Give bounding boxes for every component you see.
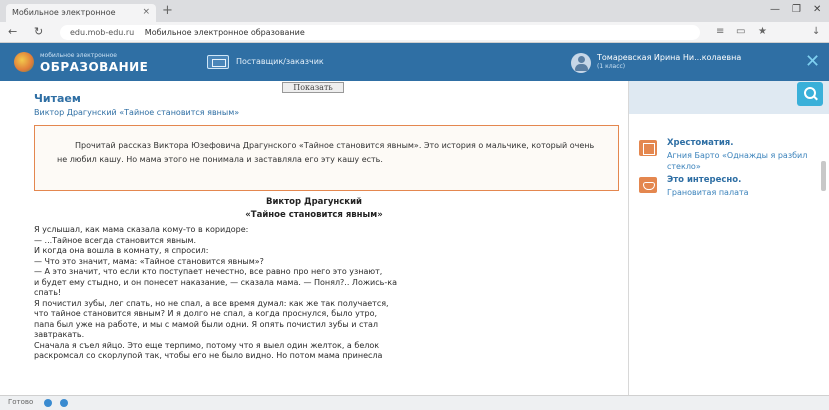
network-icon — [44, 399, 52, 407]
logo-small-text: мобильное электронное — [40, 52, 117, 59]
url-host: edu.mob-edu.ru — [70, 28, 135, 37]
close-tab-icon[interactable]: × — [142, 7, 150, 17]
avatar[interactable] — [571, 53, 591, 73]
reading-mode-icon[interactable]: ▭ — [736, 26, 745, 37]
story-author: Виктор Драгунский — [266, 197, 362, 207]
search-icon[interactable] — [797, 82, 823, 106]
sidebar-item-title[interactable]: Это интересно. — [667, 175, 741, 185]
favorite-star-icon[interactable]: ★ — [758, 26, 767, 37]
story-line: И когда она вошла в комнату, я спросил: — [34, 246, 209, 255]
user-grade: (1 класс) — [597, 63, 626, 70]
logo-icon — [14, 52, 34, 72]
address-bar-row: ← ↻ edu.mob-edu.ru Мобильное электронное… — [0, 22, 829, 43]
new-tab-button[interactable]: + — [162, 3, 173, 18]
status-bar: Готово — [0, 395, 829, 410]
browser-tab-bar: Мобильное электронное × + — ❐ ✕ — [0, 0, 829, 22]
download-icon[interactable]: ↓ — [812, 26, 820, 37]
story-text: Я услышал, как мама сказала кому-то в ко… — [34, 225, 606, 362]
story-line: Я почистил зубы, лег спать, но не спал, … — [34, 298, 389, 308]
story-line: папа был уже на работе, и мы с мамой был… — [34, 319, 379, 329]
url-page-title: Мобильное электронное образование — [144, 28, 305, 37]
book-icon — [639, 140, 657, 156]
story-line: что тайное становится явным? И я долго н… — [34, 309, 378, 318]
close-icon[interactable]: ✕ — [805, 51, 820, 72]
lesson-content: Показать Читаем Виктор Драгунский «Тайно… — [0, 81, 628, 395]
story-title: «Тайное становится явным» — [245, 210, 383, 220]
story-line: Сначала я съел яйцо. Это еще терпимо, по… — [34, 340, 380, 350]
task-note: Прочитай рассказ Виктора Юзефовича Драгу… — [34, 125, 619, 191]
header-nav-label[interactable]: Поставщик/заказчик — [236, 57, 324, 66]
url-field[interactable]: edu.mob-edu.ru Мобильное электронное обр… — [60, 25, 700, 40]
right-sidebar: Хрестоматия. Агния Барто «Однажды я разб… — [628, 81, 829, 395]
sidebar-item-title[interactable]: Хрестоматия. — [667, 138, 733, 148]
status-text: Готово — [8, 398, 34, 406]
presentation-icon[interactable] — [207, 55, 229, 69]
story-line: раскромсал со скорлупой так, чтобы его н… — [34, 351, 383, 360]
logo-title: ОБРАЗОВАНИЕ — [40, 60, 149, 74]
sidebar-item-link[interactable]: Грановитая палата — [667, 187, 817, 198]
section-title: Читаем — [34, 92, 81, 105]
settings-icon[interactable]: ≡ — [716, 26, 724, 37]
back-icon[interactable]: ← — [8, 25, 17, 38]
sync-icon — [60, 399, 68, 407]
reload-icon[interactable]: ↻ — [34, 25, 43, 38]
mask-icon — [639, 177, 657, 193]
maximize-icon[interactable]: ❐ — [792, 4, 801, 15]
browser-tab[interactable]: Мобильное электронное × — [6, 4, 156, 22]
story-line: — ...Тайное всегда становится явным. — [34, 235, 197, 245]
sidebar-scrollbar[interactable] — [821, 161, 826, 191]
story-line: — Что это значит, мама: «Тайное становит… — [34, 256, 264, 266]
story-line: завтракать. — [34, 330, 85, 339]
story-line: спать! — [34, 288, 62, 297]
story-line: Я услышал, как мама сказала кому-то в ко… — [34, 225, 249, 234]
story-line: и будет ему стыдно, и он понесет наказан… — [34, 277, 397, 287]
story-line: — А это значит, что если кто поступает н… — [34, 267, 383, 276]
sidebar-item-link[interactable]: Агния Барто «Однажды я разбил стекло» — [667, 150, 817, 172]
site-header: мобильное электронное ОБРАЗОВАНИЕ Постав… — [0, 43, 829, 81]
minimize-icon[interactable]: — — [770, 4, 780, 15]
section-subtitle: Виктор Драгунский «Тайное становится явн… — [34, 108, 240, 117]
show-button[interactable]: Показать — [282, 82, 344, 93]
browser-tab-title: Мобильное электронное — [12, 8, 116, 17]
close-window-icon[interactable]: ✕ — [813, 4, 821, 15]
task-note-text: Прочитай рассказ Виктора Юзефовича Драгу… — [57, 141, 595, 164]
user-name[interactable]: Томаревская Ирина Ни...колаевна — [597, 53, 741, 62]
